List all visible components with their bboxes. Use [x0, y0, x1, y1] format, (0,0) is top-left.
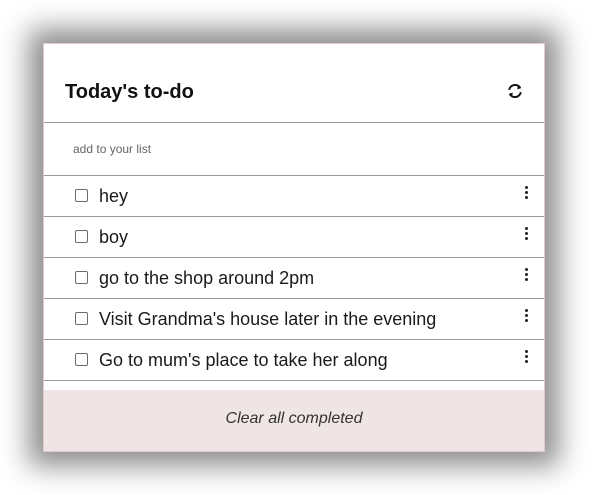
list-item: Visit Grandma's house later in the eveni…	[44, 299, 544, 340]
more-options-icon[interactable]	[522, 186, 530, 202]
item-label: hey	[99, 186, 129, 206]
item-checkbox[interactable]	[75, 271, 88, 284]
clear-completed-button[interactable]: Clear all completed	[44, 410, 544, 428]
todo-list: hey boy go to the shop around 2pm Visit …	[44, 176, 544, 381]
refresh-icon[interactable]	[507, 83, 523, 99]
add-row	[44, 123, 544, 176]
more-options-icon[interactable]	[522, 309, 530, 325]
item-checkbox[interactable]	[75, 189, 88, 202]
list-item: go to the shop around 2pm	[44, 258, 544, 299]
item-checkbox[interactable]	[75, 312, 88, 325]
list-item: Go to mum's place to take her along	[44, 340, 544, 381]
more-options-icon[interactable]	[522, 268, 530, 284]
item-label: boy	[99, 227, 129, 247]
page-title: Today's to-do	[65, 81, 194, 103]
more-options-icon[interactable]	[522, 350, 530, 366]
todo-card: Today's to-do hey boy go to the shop aro…	[43, 43, 545, 452]
item-label: Go to mum's place to take her along	[99, 350, 388, 370]
todo-footer: Clear all completed	[44, 390, 544, 451]
todo-header: Today's to-do	[44, 44, 544, 123]
item-checkbox[interactable]	[75, 230, 88, 243]
list-item: boy	[44, 217, 544, 258]
item-checkbox[interactable]	[75, 353, 88, 366]
item-label: Visit Grandma's house later in the eveni…	[99, 309, 437, 329]
add-item-input[interactable]	[73, 139, 513, 159]
item-label: go to the shop around 2pm	[99, 268, 315, 288]
more-options-icon[interactable]	[522, 227, 530, 243]
list-item: hey	[44, 176, 544, 217]
